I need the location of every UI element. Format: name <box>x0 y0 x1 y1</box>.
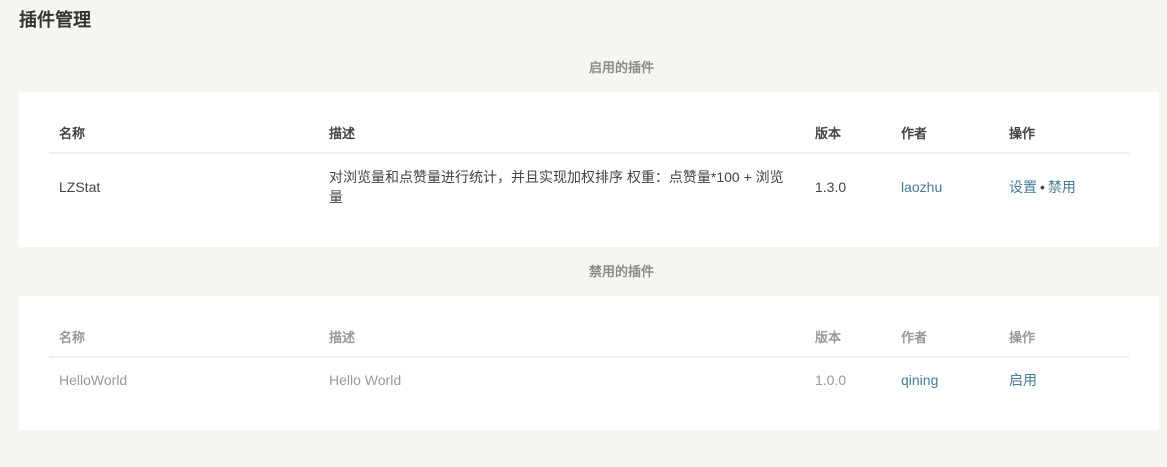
column-header-description: 描述 <box>319 316 805 358</box>
enabled-plugins-panel: 名称 描述 版本 作者 操作 LZStat 对浏览量和点赞量进行统计，并且实现加… <box>19 92 1159 247</box>
disable-link[interactable]: 禁用 <box>1048 179 1076 195</box>
plugin-name: LZStat <box>59 178 101 195</box>
column-header-author: 作者 <box>891 112 999 154</box>
column-header-version: 版本 <box>805 316 891 358</box>
column-header-author: 作者 <box>891 316 999 358</box>
plugin-version: 1.0.0 <box>815 371 847 388</box>
column-header-description: 描述 <box>319 112 805 154</box>
plugin-actions: 启用 <box>999 357 1129 401</box>
plugin-description: 对浏览量和点赞量进行统计，并且实现加权排序 权重：点赞量*100 + 浏览量 <box>329 168 784 205</box>
enabled-section-title: 启用的插件 <box>588 60 654 75</box>
action-separator: • <box>1040 178 1045 195</box>
table-row: LZStat 对浏览量和点赞量进行统计，并且实现加权排序 权重：点赞量*100 … <box>49 153 1129 219</box>
plugin-author-link[interactable]: laozhu <box>901 179 942 195</box>
page-title: 插件管理 <box>19 10 91 30</box>
table-header-row: 名称 描述 版本 作者 操作 <box>49 112 1129 154</box>
disabled-plugins-table: 名称 描述 版本 作者 操作 HelloWorld Hello World 1.… <box>49 316 1129 401</box>
enabled-plugins-table: 名称 描述 版本 作者 操作 LZStat 对浏览量和点赞量进行统计，并且实现加… <box>49 112 1129 219</box>
column-header-actions: 操作 <box>999 112 1129 154</box>
table-header-row: 名称 描述 版本 作者 操作 <box>49 316 1129 358</box>
settings-link[interactable]: 设置 <box>1009 179 1037 195</box>
disabled-plugins-panel: 名称 描述 版本 作者 操作 HelloWorld Hello World 1.… <box>19 296 1159 430</box>
disabled-section-title: 禁用的插件 <box>588 264 654 279</box>
column-header-name: 名称 <box>49 316 319 358</box>
column-header-version: 版本 <box>805 112 891 154</box>
enable-link[interactable]: 启用 <box>1009 372 1037 388</box>
plugin-name: HelloWorld <box>59 371 128 388</box>
table-row: HelloWorld Hello World 1.0.0 qining 启用 <box>49 357 1129 401</box>
column-header-actions: 操作 <box>999 316 1129 358</box>
column-header-name: 名称 <box>49 112 319 154</box>
plugin-actions: 设置 • 禁用 <box>999 153 1129 219</box>
plugin-version: 1.3.0 <box>815 178 847 195</box>
plugin-author-link[interactable]: qining <box>901 372 938 388</box>
plugin-description: Hello World <box>329 371 402 388</box>
